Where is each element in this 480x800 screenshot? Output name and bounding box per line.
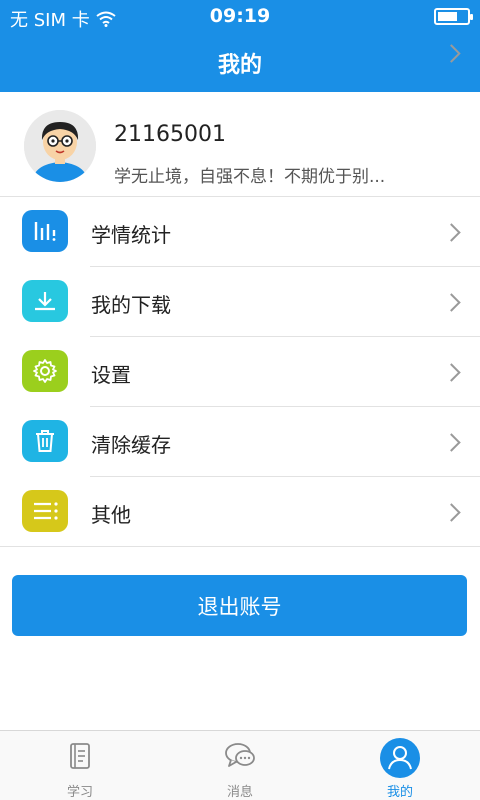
user-motto: 学无止境，自强不息！不期优于别... xyxy=(114,167,386,187)
chevron-right-icon xyxy=(442,433,461,452)
book-icon xyxy=(70,743,90,769)
chevron-right-icon xyxy=(442,503,461,522)
menu-item-other[interactable]: 其他 xyxy=(0,477,480,547)
avatar xyxy=(24,110,96,182)
download-icon xyxy=(22,280,68,322)
logout-button-label: 退出账号 xyxy=(197,594,282,619)
tab-label: 学习 xyxy=(66,785,93,800)
menu-item-label: 设置 xyxy=(91,363,131,387)
menu-item-stats[interactable]: 学情统计 xyxy=(0,197,480,267)
menu-item-label: 我的下载 xyxy=(91,293,171,317)
trash-icon xyxy=(22,420,68,462)
tab-study[interactable]: 学习 xyxy=(0,731,160,800)
chevron-right-icon xyxy=(442,293,461,312)
avatar-illustration xyxy=(24,110,96,182)
user-icon xyxy=(380,738,420,778)
profile-card[interactable]: 21165001 学无止境，自强不息！不期优于别... xyxy=(0,44,480,197)
divider xyxy=(0,546,480,547)
menu-item-settings[interactable]: 设置 xyxy=(0,337,480,407)
menu-item-label: 清除缓存 xyxy=(91,433,171,457)
menu-item-label: 学情统计 xyxy=(91,223,171,247)
gear-icon xyxy=(22,350,68,392)
user-id: 21165001 xyxy=(114,122,226,147)
status-time: 09:19 xyxy=(209,5,271,27)
menu-item-clear-cache[interactable]: 清除缓存 xyxy=(0,407,480,477)
menu-list-icon xyxy=(22,490,68,532)
tab-mine[interactable]: 我的 xyxy=(320,731,480,800)
status-bar: 无 SIM 卡 09:19 xyxy=(0,0,480,34)
menu-item-downloads[interactable]: 我的下载 xyxy=(0,267,480,337)
logout-button[interactable]: 退出账号 xyxy=(12,575,467,636)
chevron-right-icon xyxy=(442,223,461,242)
tab-label: 我的 xyxy=(386,785,413,800)
tab-messages[interactable]: 消息 xyxy=(160,731,320,800)
tab-bar: 学习 消息 我的 xyxy=(0,730,480,800)
page-title: 我的 xyxy=(217,53,262,78)
chat-icon xyxy=(225,743,255,767)
chevron-right-icon xyxy=(442,363,461,382)
tab-label: 消息 xyxy=(226,785,253,800)
menu-item-label: 其他 xyxy=(91,503,131,527)
battery-icon xyxy=(434,8,473,25)
nav-bar: 我的 xyxy=(0,34,480,92)
stats-icon xyxy=(22,210,68,252)
